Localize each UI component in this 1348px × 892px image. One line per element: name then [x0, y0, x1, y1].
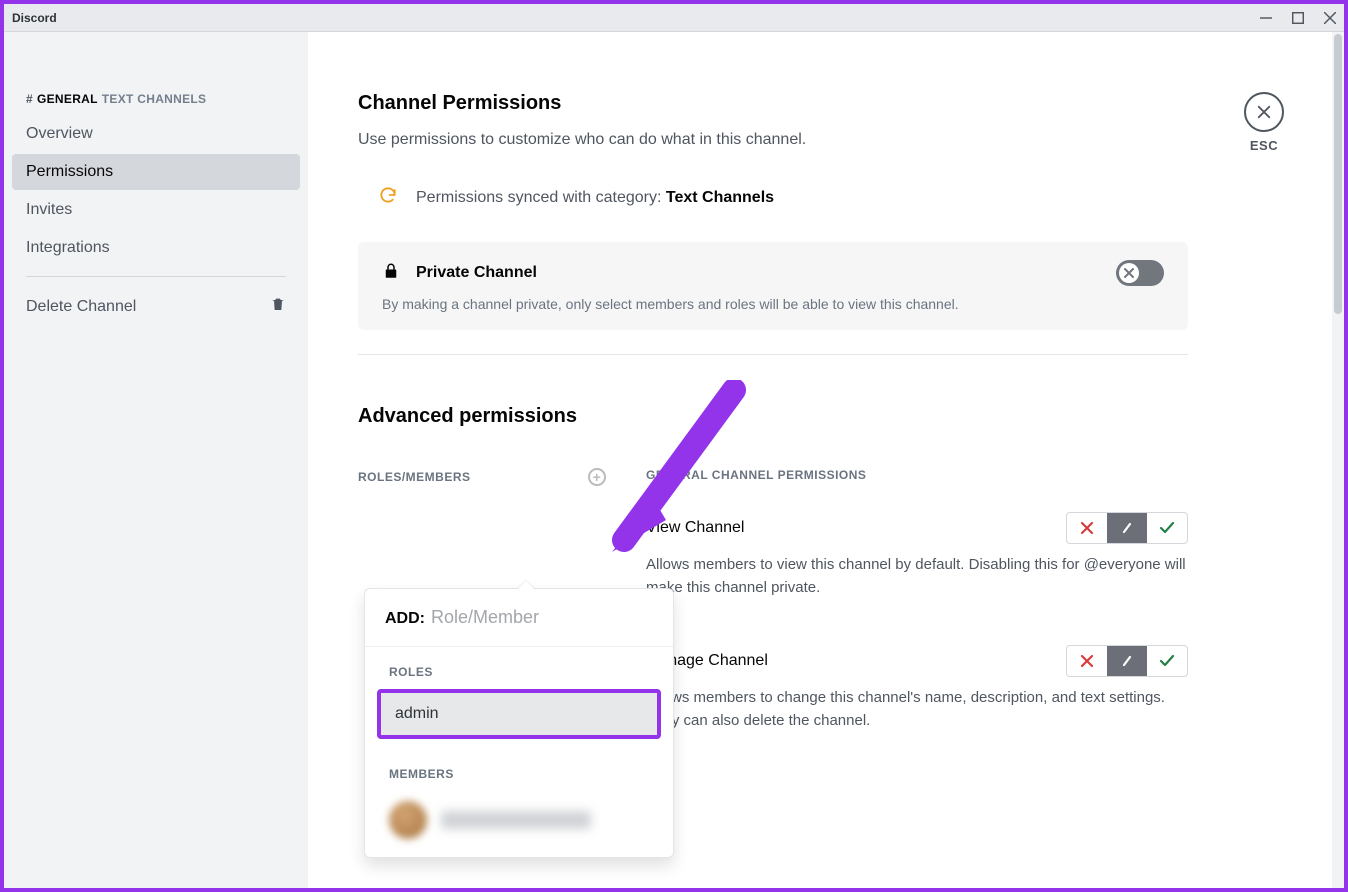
- permission-name: View Channel: [646, 519, 744, 537]
- sidebar-divider: [26, 276, 286, 277]
- sidebar-delete-channel[interactable]: Delete Channel: [12, 287, 300, 326]
- member-name-blurred: [441, 811, 591, 829]
- sidebar-item-permissions[interactable]: Permissions: [12, 154, 300, 190]
- perm-deny-button[interactable]: [1067, 513, 1107, 543]
- member-avatar: [389, 801, 427, 839]
- settings-sidebar: # GENERAL TEXT CHANNELS Overview Permiss…: [4, 32, 308, 888]
- titlebar: Discord: [4, 4, 1344, 32]
- maximize-button[interactable]: [1292, 12, 1304, 24]
- add-role-popover: ADD: Role/Member ROLES admin MEMBERS: [364, 588, 674, 858]
- popover-members-label: MEMBERS: [365, 749, 673, 791]
- add-label: ADD:: [385, 610, 425, 628]
- close-window-button[interactable]: [1324, 12, 1336, 24]
- sync-status-text: Permissions synced with category: Text C…: [416, 189, 774, 207]
- advanced-title: Advanced permissions: [358, 405, 1188, 428]
- scrollbar-thumb[interactable]: [1334, 34, 1342, 314]
- sidebar-item-label: Invites: [26, 201, 72, 218]
- add-role-button[interactable]: +: [588, 468, 606, 486]
- page-title: Channel Permissions: [358, 92, 1188, 115]
- scrollbar[interactable]: [1332, 32, 1344, 888]
- window-controls: [1260, 12, 1336, 24]
- sidebar-item-overview[interactable]: Overview: [12, 116, 300, 152]
- roles-members-header: ROLES/MEMBERS: [358, 470, 471, 484]
- perm-allow-button[interactable]: [1147, 646, 1187, 676]
- close-button[interactable]: [1244, 92, 1284, 132]
- perm-neutral-button[interactable]: [1107, 513, 1147, 543]
- permission-description: Allows members to view this channel by d…: [646, 554, 1188, 599]
- popover-roles-label: ROLES: [365, 647, 673, 689]
- sync-prefix: Permissions synced with category:: [416, 189, 666, 206]
- popover-search-row[interactable]: ADD: Role/Member: [365, 589, 673, 647]
- popover-arrow-icon: [517, 581, 535, 590]
- permission-item: View Channel Allows members to view this…: [646, 512, 1188, 599]
- esc-label: ESC: [1244, 138, 1284, 153]
- add-placeholder: Role/Member: [431, 607, 539, 628]
- popover-role-option[interactable]: admin: [377, 689, 661, 739]
- toggle-knob: [1119, 263, 1139, 283]
- channel-category: TEXT CHANNELS: [102, 92, 207, 106]
- sync-category: Text Channels: [666, 189, 774, 206]
- minimize-button[interactable]: [1260, 12, 1272, 24]
- perm-deny-button[interactable]: [1067, 646, 1107, 676]
- channel-name: GENERAL: [37, 92, 98, 106]
- trash-icon: [270, 296, 286, 317]
- sidebar-channel-header: # GENERAL TEXT CHANNELS: [12, 92, 300, 116]
- sidebar-item-label: Integrations: [26, 239, 110, 256]
- permission-item: Manage Channel Allows members to change …: [646, 645, 1188, 732]
- hash-icon: #: [26, 92, 33, 106]
- delete-channel-label: Delete Channel: [26, 298, 136, 316]
- permission-description: Allows members to change this channel's …: [646, 687, 1188, 732]
- private-channel-box: Private Channel By making a channel priv…: [358, 242, 1188, 330]
- permissions-column: GENERAL CHANNEL PERMISSIONS View Channel…: [646, 468, 1188, 778]
- permission-toggle: [1066, 645, 1188, 677]
- permission-toggle: [1066, 512, 1188, 544]
- role-name: admin: [395, 705, 439, 722]
- window-title: Discord: [12, 11, 57, 25]
- lock-icon: [382, 262, 400, 285]
- perm-neutral-button[interactable]: [1107, 646, 1147, 676]
- sidebar-item-invites[interactable]: Invites: [12, 192, 300, 228]
- close-settings: ESC: [1244, 92, 1284, 153]
- private-toggle[interactable]: [1116, 260, 1164, 286]
- sidebar-item-label: Overview: [26, 125, 93, 142]
- private-description: By making a channel private, only select…: [382, 296, 1164, 312]
- permissions-header: GENERAL CHANNEL PERMISSIONS: [646, 468, 1188, 482]
- popover-member-option[interactable]: [365, 791, 673, 857]
- sync-status-row: Permissions synced with category: Text C…: [378, 185, 1188, 210]
- perm-allow-button[interactable]: [1147, 513, 1187, 543]
- page-subtitle: Use permissions to customize who can do …: [358, 131, 1188, 149]
- sidebar-item-label: Permissions: [26, 163, 113, 180]
- private-title: Private Channel: [416, 264, 537, 282]
- divider: [358, 354, 1188, 355]
- sync-icon: [378, 185, 398, 210]
- sidebar-item-integrations[interactable]: Integrations: [12, 230, 300, 266]
